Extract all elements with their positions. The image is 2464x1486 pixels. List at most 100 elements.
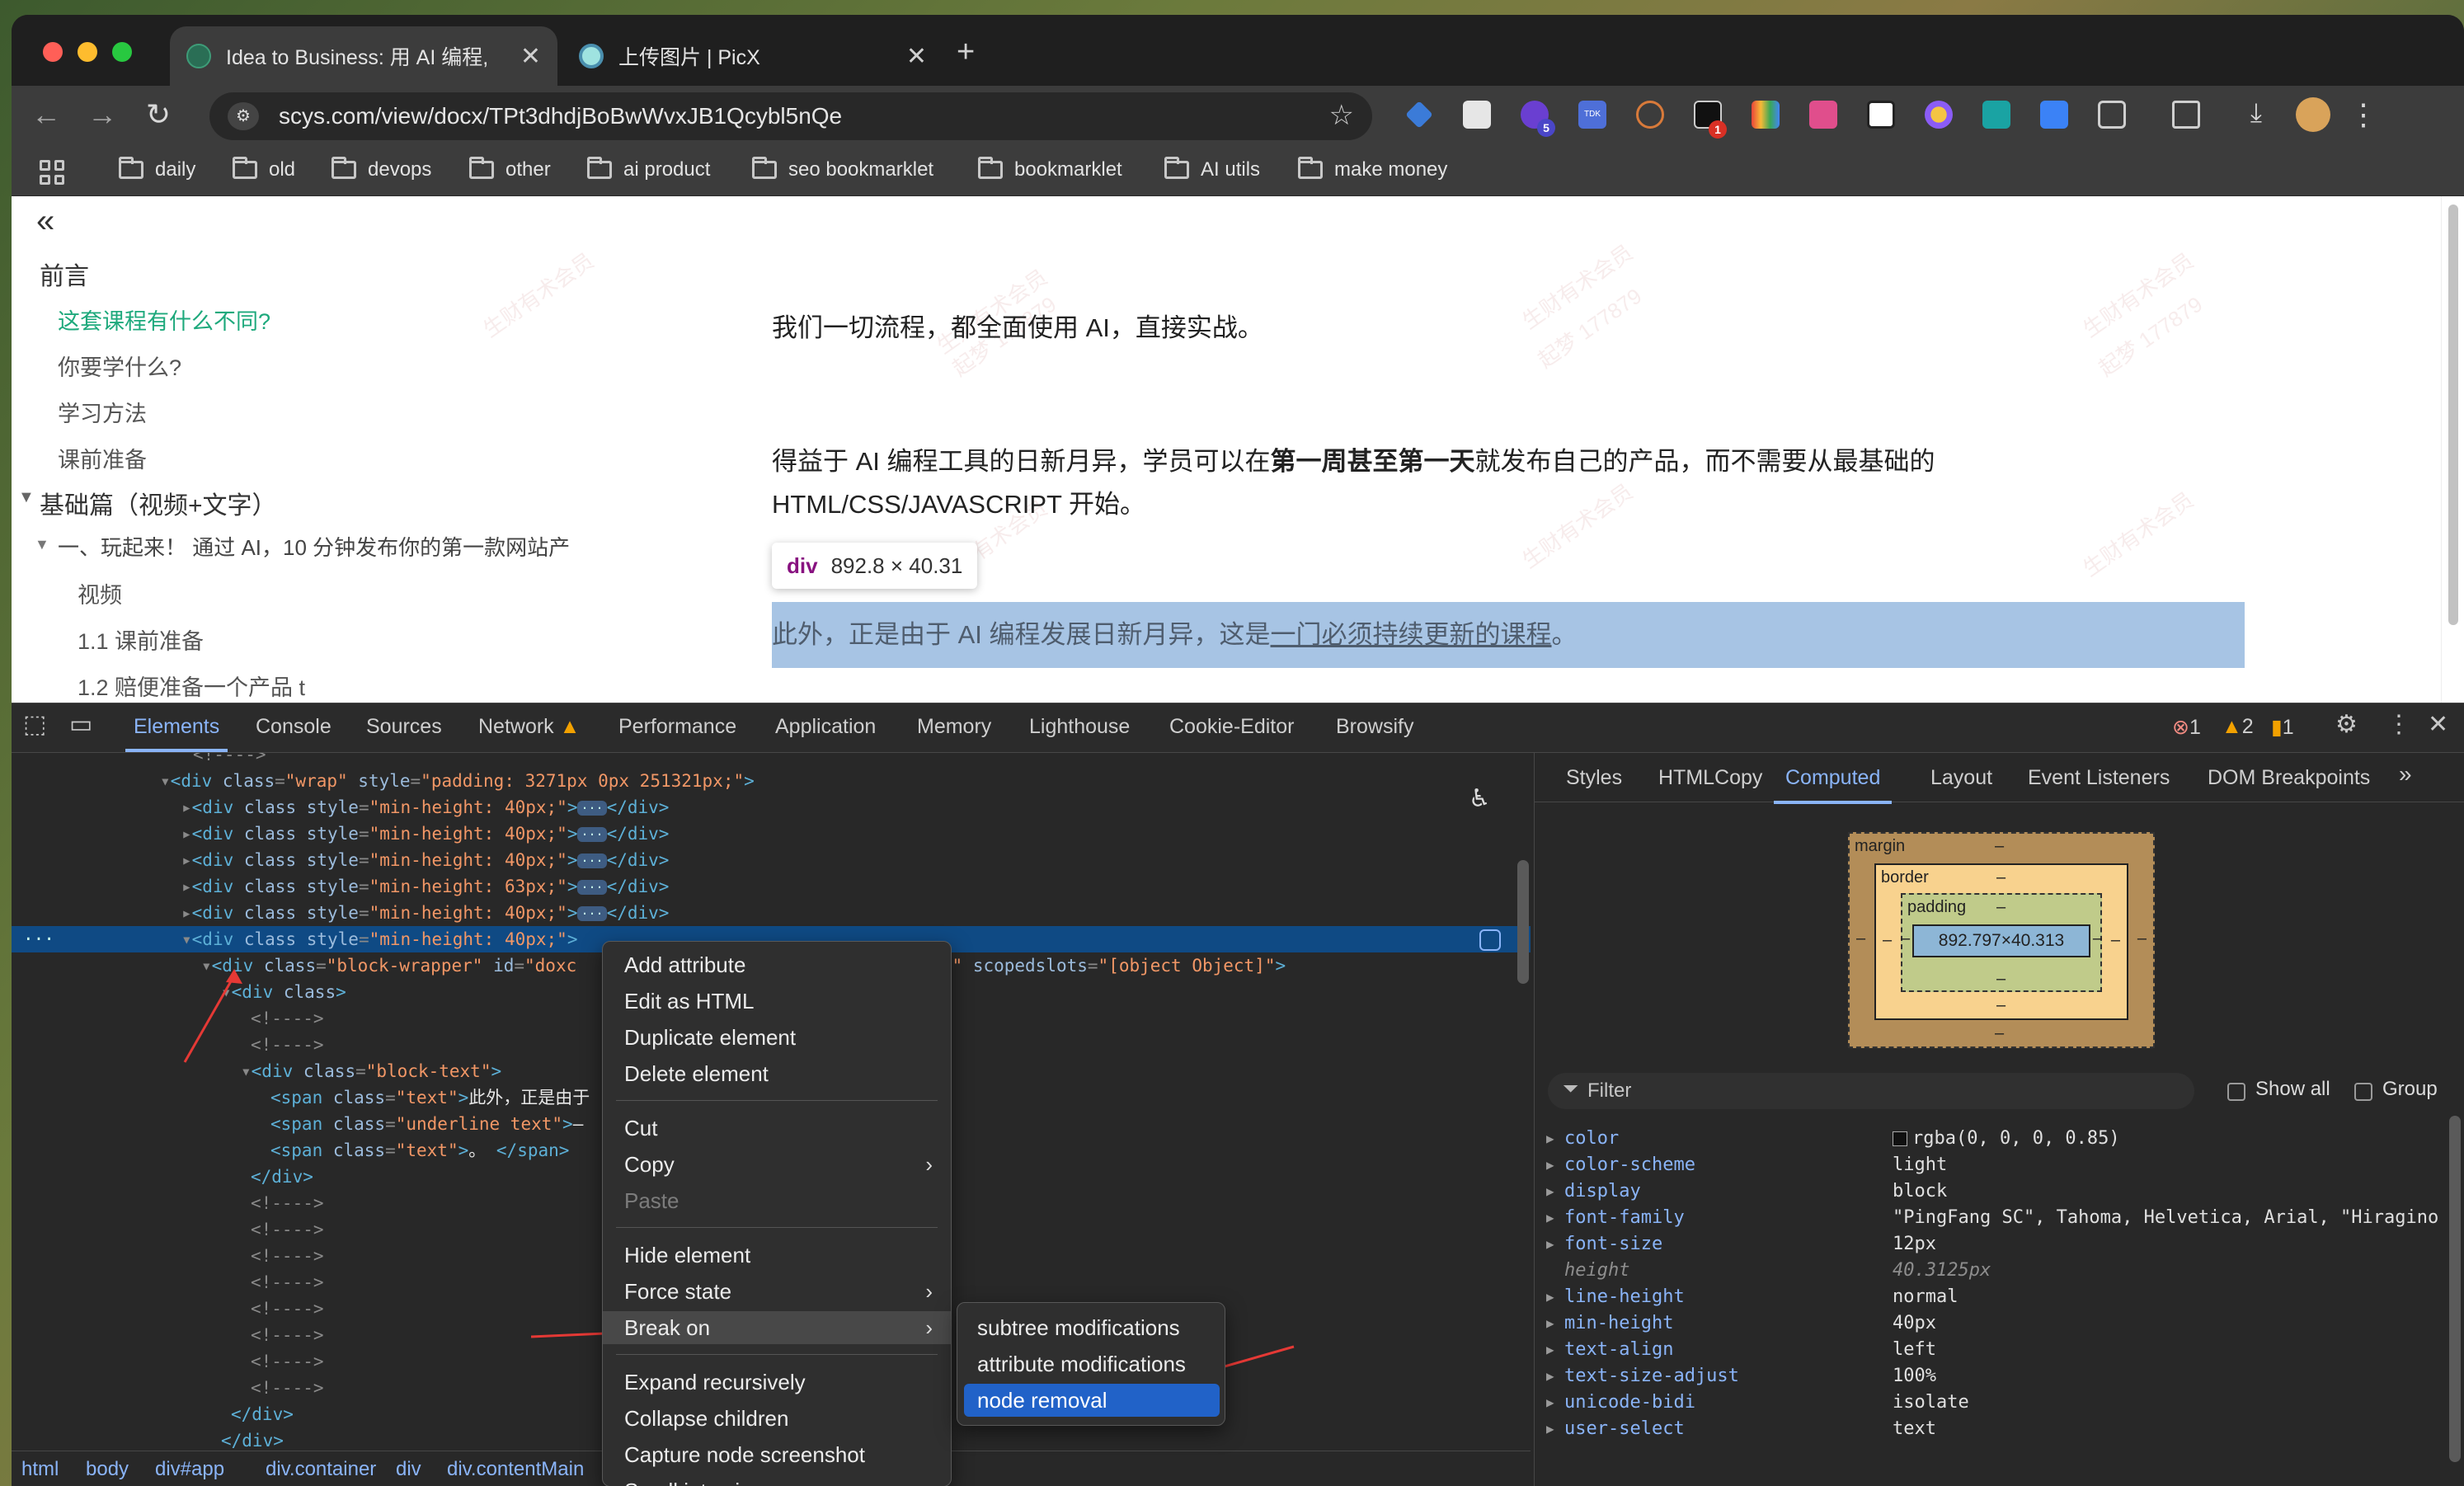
node-action-icon[interactable]	[1479, 929, 1501, 951]
computed-property-row[interactable]: ▶ line-height normal	[1535, 1284, 2464, 1310]
tab-cookie-editor[interactable]: Cookie-Editor	[1169, 715, 1294, 739]
tab-styles[interactable]: Styles	[1566, 766, 1622, 790]
submenu-item-attribute-modifications[interactable]: attribute modifications	[957, 1347, 1225, 1380]
menu-item-copy[interactable]: Copy ›	[603, 1148, 951, 1181]
m-extension-icon[interactable]	[1982, 101, 2010, 129]
bookmark-folder-bookmarklet[interactable]: bookmarklet	[978, 157, 1122, 181]
document-extension-icon[interactable]	[1463, 101, 1491, 129]
menu-item-scroll-into-view[interactable]: Scroll into view	[603, 1474, 951, 1486]
issue-count[interactable]: ▮1	[2271, 715, 2294, 740]
computed-property-row[interactable]: ▶ text-size-adjust 100%	[1535, 1363, 2464, 1390]
tab-picx[interactable]: 上传图片 | PicX ✕	[562, 26, 943, 86]
bookmark-folder-old[interactable]: old	[233, 157, 295, 181]
menu-item-force-state[interactable]: Force state ›	[603, 1275, 951, 1308]
toc-item[interactable]: 1.1 课前准备	[78, 623, 204, 656]
globe-extension-icon[interactable]	[1925, 101, 1953, 129]
tab-performance[interactable]: Performance	[618, 715, 736, 739]
toc-item[interactable]: 你要学什么?	[58, 350, 181, 382]
colorful-extension-icon[interactable]	[1752, 101, 1780, 129]
more-tabs-chevron-icon[interactable]: »	[2399, 761, 2412, 788]
expand-caret-icon[interactable]: ▼	[18, 488, 35, 507]
toc-item[interactable]: 前言	[40, 256, 89, 292]
menu-item-cut[interactable]: Cut	[603, 1112, 951, 1145]
group-checkbox[interactable]	[2354, 1083, 2372, 1101]
settings-gear-icon[interactable]: ⚙	[2335, 710, 2358, 739]
breadcrumb-item[interactable]: div.contentMain	[447, 1458, 584, 1481]
browser-menu-icon[interactable]: ⋮	[2345, 97, 2382, 132]
tab-lighthouse[interactable]: Lighthouse	[1029, 715, 1130, 739]
diamond-extension-icon[interactable]	[1405, 101, 1433, 129]
color-swatch[interactable]	[1893, 1131, 1907, 1146]
bookmark-folder-devops[interactable]: devops	[332, 157, 431, 181]
computed-property-row[interactable]: ▶ color rgba(0, 0, 0, 0.85)	[1535, 1126, 2464, 1152]
computed-property-row[interactable]: ▶ min-height 40px	[1535, 1310, 2464, 1337]
menu-item-duplicate-element[interactable]: Duplicate element	[603, 1021, 951, 1054]
warning-count[interactable]: ▲2	[2222, 715, 2254, 739]
new-tab-plus-icon[interactable]: +	[957, 35, 975, 70]
scrollbar-thumb[interactable]	[2448, 205, 2458, 625]
toc-item[interactable]: 1.2 赔便准备一个产品 t	[78, 670, 305, 702]
close-window-button[interactable]	[43, 42, 63, 62]
submenu-item-node-removal[interactable]: node removal	[964, 1384, 1220, 1417]
show-all-checkbox[interactable]	[2227, 1083, 2245, 1101]
minimize-window-button[interactable]	[78, 42, 97, 62]
toc-item[interactable]: 课前准备	[58, 442, 147, 474]
downloads-icon[interactable]: ⤓	[2238, 97, 2274, 129]
dom-node[interactable]: ▸<div class style="min-height: 40px;"> ··…	[12, 794, 1531, 821]
dom-node[interactable]: ▸<div class style="min-height: 63px;"> ··…	[12, 873, 1531, 900]
computed-property-row[interactable]: ▶ text-align left	[1535, 1337, 2464, 1363]
cookie-extension-icon[interactable]	[1636, 101, 1664, 129]
bookmark-folder-other[interactable]: other	[469, 157, 551, 181]
device-toggle-icon[interactable]: ▭	[69, 710, 92, 739]
measure-extension-icon[interactable]	[1867, 101, 1895, 129]
computed-property-row[interactable]: height 40.3125px	[1535, 1258, 2464, 1284]
computed-property-row[interactable]: ▶ color-scheme light	[1535, 1152, 2464, 1178]
reload-icon[interactable]: ↻	[140, 97, 176, 132]
menu-item-edit-as-html[interactable]: Edit as HTML	[603, 985, 951, 1018]
tab-application[interactable]: Application	[775, 715, 876, 739]
tab-sources[interactable]: Sources	[366, 715, 442, 739]
dom-node[interactable]: ▸<div class style="min-height: 40px;"> ··…	[12, 847, 1531, 873]
menu-item-hide-element[interactable]: Hide element	[603, 1239, 951, 1272]
breadcrumb-item[interactable]: div#app	[155, 1458, 224, 1481]
toc-item[interactable]: 基础篇（视频+文字）	[40, 485, 277, 521]
menu-item-break-on[interactable]: Break on ›	[603, 1311, 951, 1344]
tab-layout[interactable]: Layout	[1930, 766, 1992, 790]
box-model-content[interactable]: 892.797×40.313	[1912, 924, 2090, 957]
bookmark-star-icon[interactable]: ☆	[1329, 99, 1354, 132]
apps-grid-icon[interactable]	[40, 160, 64, 185]
breadcrumb-item[interactable]: html	[21, 1458, 59, 1481]
inspect-element-icon[interactable]: ⬚	[23, 710, 46, 739]
tab-console[interactable]: Console	[256, 715, 332, 739]
breadcrumb-item[interactable]: div.container	[266, 1458, 376, 1481]
tdk-extension-icon[interactable]: TDK	[1578, 101, 1606, 129]
dom-node[interactable]: ▸<div class style="min-height: 40px;"> ··…	[12, 821, 1531, 847]
tab-search-icon[interactable]	[2172, 101, 2200, 129]
computed-property-row[interactable]: ▶ unicode-bidi isolate	[1535, 1390, 2464, 1416]
download-extension-icon[interactable]	[2040, 101, 2068, 129]
bookmark-folder-make-money[interactable]: make money	[1298, 157, 1447, 181]
submenu-item-subtree-modifications[interactable]: subtree modifications	[957, 1311, 1225, 1344]
computed-scrollbar[interactable]	[2449, 1116, 2461, 1462]
devtools-menu-icon[interactable]: ⋮	[2386, 710, 2411, 739]
toc-item[interactable]: 一、玩起来！ 通过 AI，10 分钟发布你的第一款网站产	[58, 531, 570, 562]
menu-item-delete-element[interactable]: Delete element	[603, 1057, 951, 1090]
tab-network[interactable]: Network ▲	[478, 715, 580, 739]
breadcrumb-item[interactable]: body	[86, 1458, 129, 1481]
accessibility-icon[interactable]: ♿	[1471, 781, 1488, 814]
elements-scrollbar[interactable]	[1517, 860, 1529, 984]
translate-extension-icon[interactable]	[1809, 101, 1837, 129]
toc-item-active[interactable]: 这套课程有什么不同?	[58, 303, 270, 336]
tab-memory[interactable]: Memory	[917, 715, 991, 739]
menu-item-add-attribute[interactable]: Add attribute	[603, 948, 951, 981]
profile-avatar[interactable]	[2296, 97, 2330, 132]
breadcrumb-item[interactable]: div	[396, 1458, 421, 1481]
tab-event-listeners[interactable]: Event Listeners	[2028, 766, 2170, 790]
computed-property-row[interactable]: ▶ font-size 12px	[1535, 1231, 2464, 1258]
dom-node[interactable]: <!---->	[12, 753, 1531, 768]
zoom-window-button[interactable]	[112, 42, 132, 62]
toc-item[interactable]: 学习方法	[58, 396, 147, 428]
menu-item-collapse-children[interactable]: Collapse children	[603, 1402, 951, 1435]
course-link[interactable]: 一门必须持续更新的课程	[1271, 620, 1552, 649]
close-devtools-icon[interactable]: ✕	[2428, 710, 2448, 739]
